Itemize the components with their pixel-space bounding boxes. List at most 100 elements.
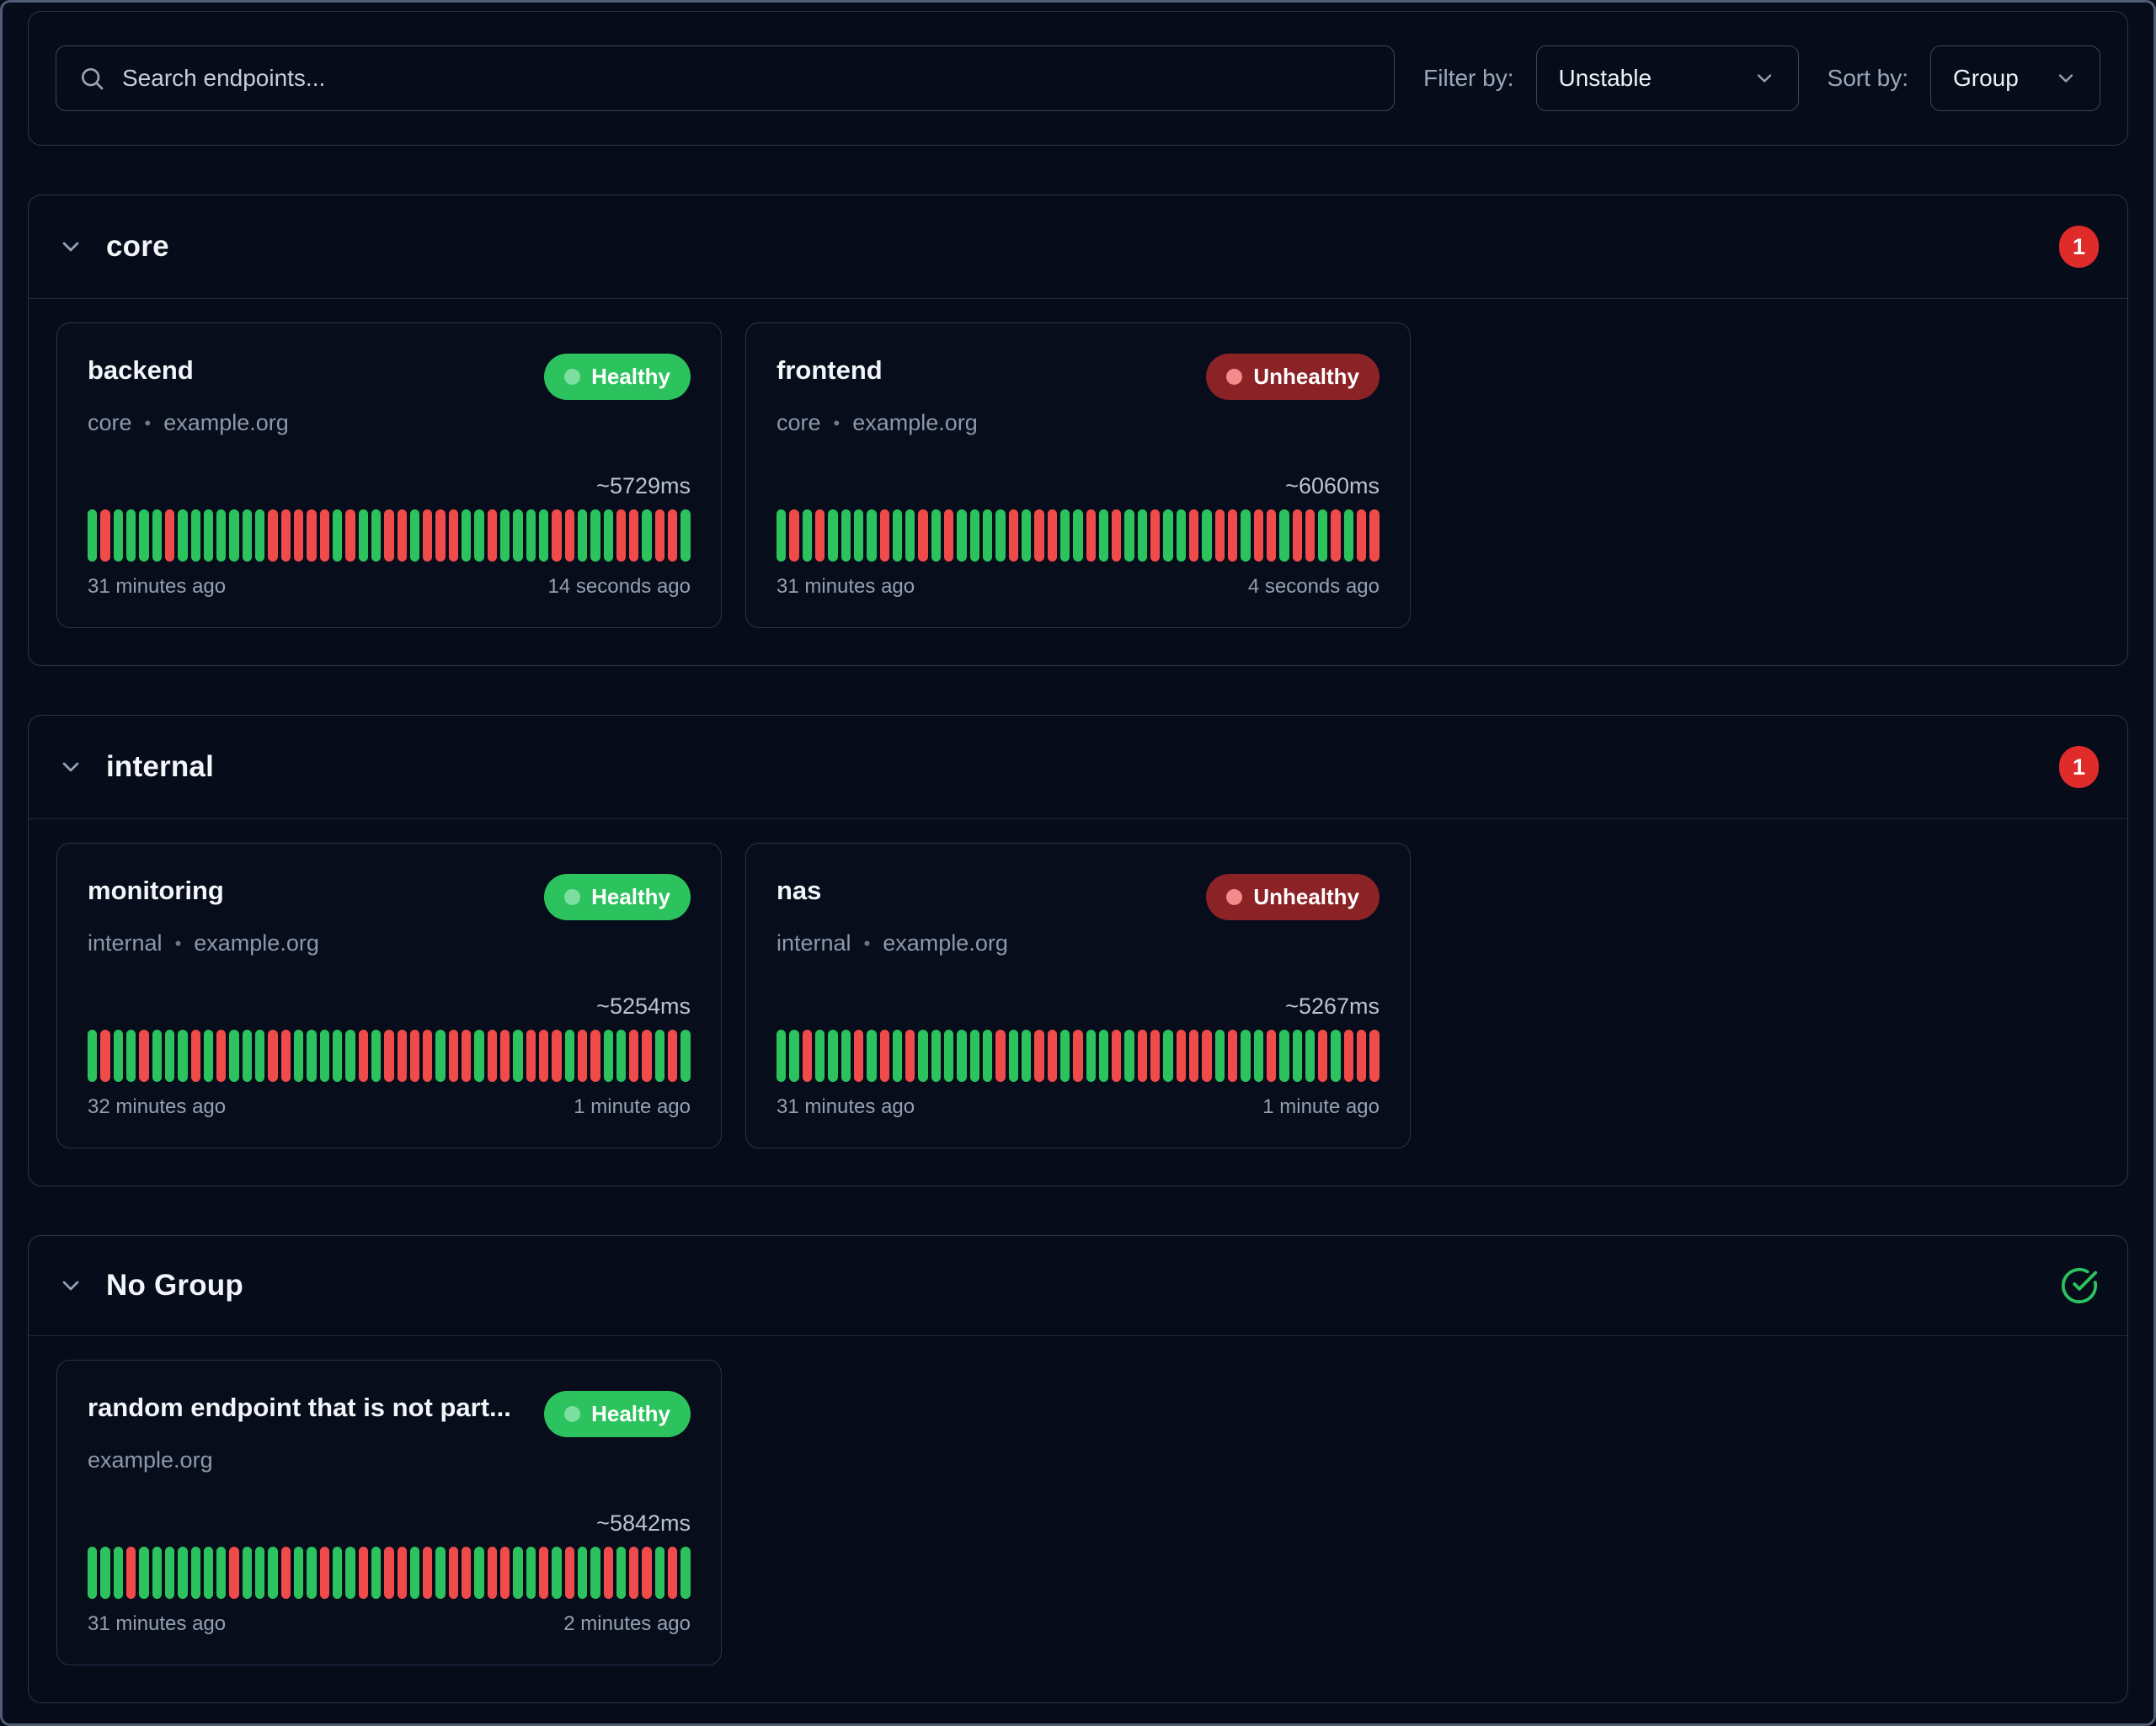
history-bar-up[interactable]	[152, 1030, 162, 1082]
history-bar-up[interactable]	[100, 1547, 109, 1599]
history-bar-down[interactable]	[1048, 1030, 1057, 1082]
history-bar-down[interactable]	[320, 1547, 329, 1599]
history-bar-down[interactable]	[668, 1547, 677, 1599]
history-bar-up[interactable]	[1318, 509, 1327, 562]
history-bar-up[interactable]	[371, 509, 381, 562]
history-bar-down[interactable]	[995, 1030, 1005, 1082]
history-bar-up[interactable]	[216, 509, 226, 562]
history-bar-up[interactable]	[1177, 509, 1186, 562]
history-bar-up[interactable]	[957, 509, 966, 562]
history-bar-up[interactable]	[642, 509, 651, 562]
history-bar-down[interactable]	[1357, 509, 1366, 562]
history-bar-down[interactable]	[1228, 509, 1237, 562]
history-bar-up[interactable]	[139, 1547, 148, 1599]
history-bar-down[interactable]	[918, 509, 927, 562]
history-bar-up[interactable]	[178, 1030, 187, 1082]
history-bar-down[interactable]	[384, 1547, 393, 1599]
history-bar-down[interactable]	[1293, 509, 1302, 562]
history-bar-up[interactable]	[513, 1030, 522, 1082]
history-bar-up[interactable]	[604, 509, 613, 562]
history-bar-up[interactable]	[1124, 509, 1134, 562]
history-bar-up[interactable]	[655, 1547, 664, 1599]
history-bar-up[interactable]	[526, 509, 536, 562]
history-bar-up[interactable]	[410, 509, 419, 562]
history-bar-down[interactable]	[1318, 1030, 1327, 1082]
history-bar-down[interactable]	[539, 1030, 548, 1082]
history-bar-up[interactable]	[88, 1030, 97, 1082]
history-bar-up[interactable]	[565, 1030, 574, 1082]
history-bar-up[interactable]	[1022, 509, 1031, 562]
history-bar-down[interactable]	[642, 1030, 651, 1082]
history-bar-down[interactable]	[1369, 509, 1379, 562]
history-bar-down[interactable]	[488, 1030, 497, 1082]
history-bar-down[interactable]	[307, 509, 316, 562]
history-bar-up[interactable]	[680, 1547, 690, 1599]
history-bar-down[interactable]	[449, 509, 458, 562]
history-bar-down[interactable]	[423, 1547, 432, 1599]
history-bar-up[interactable]	[307, 1030, 316, 1082]
history-bar-up[interactable]	[931, 509, 941, 562]
history-bar-down[interactable]	[100, 509, 109, 562]
history-bar-up[interactable]	[789, 1030, 798, 1082]
history-bar-down[interactable]	[488, 1547, 497, 1599]
history-bar-up[interactable]	[114, 1547, 123, 1599]
history-bar-down[interactable]	[139, 1030, 148, 1082]
history-bar-up[interactable]	[970, 1030, 979, 1082]
history-bar-up[interactable]	[371, 1030, 381, 1082]
history-bar-up[interactable]	[1241, 509, 1250, 562]
history-bar-up[interactable]	[307, 1547, 316, 1599]
history-bar-down[interactable]	[423, 1030, 432, 1082]
history-bar-down[interactable]	[629, 1547, 638, 1599]
history-bar-down[interactable]	[944, 509, 953, 562]
history-bar-up[interactable]	[905, 509, 915, 562]
history-bar-up[interactable]	[867, 509, 876, 562]
history-bar-up[interactable]	[229, 1030, 238, 1082]
history-bar-up[interactable]	[776, 1030, 786, 1082]
history-bar-down[interactable]	[488, 509, 497, 562]
history-bar-down[interactable]	[462, 1030, 471, 1082]
history-bar-up[interactable]	[578, 509, 587, 562]
history-bar-up[interactable]	[333, 1547, 342, 1599]
history-bar-up[interactable]	[435, 1030, 445, 1082]
history-bar-down[interactable]	[216, 1030, 226, 1082]
history-bar-down[interactable]	[880, 509, 889, 562]
history-bar-up[interactable]	[255, 509, 264, 562]
history-bar-up[interactable]	[359, 509, 368, 562]
history-bar-up[interactable]	[803, 509, 812, 562]
history-bar-down[interactable]	[1202, 1030, 1211, 1082]
history-bar-down[interactable]	[191, 1030, 200, 1082]
history-bar-up[interactable]	[970, 509, 979, 562]
history-bar-up[interactable]	[165, 1030, 174, 1082]
history-bar-down[interactable]	[565, 1547, 574, 1599]
history-bar-down[interactable]	[500, 1030, 510, 1082]
history-bar-up[interactable]	[216, 1547, 226, 1599]
history-bar-down[interactable]	[1215, 509, 1225, 562]
history-bar-up[interactable]	[191, 1547, 200, 1599]
history-bar-up[interactable]	[841, 1030, 851, 1082]
history-bar-up[interactable]	[1138, 509, 1147, 562]
history-bar-up[interactable]	[1163, 1030, 1172, 1082]
history-bar-up[interactable]	[345, 1030, 355, 1082]
history-bar-down[interactable]	[565, 509, 574, 562]
history-bar-up[interactable]	[680, 1030, 690, 1082]
history-bar-up[interactable]	[995, 509, 1005, 562]
history-bar-down[interactable]	[604, 1547, 613, 1599]
history-bar-up[interactable]	[1060, 509, 1070, 562]
history-bar-up[interactable]	[88, 1547, 97, 1599]
history-bar-up[interactable]	[320, 1030, 329, 1082]
history-bar-down[interactable]	[880, 1030, 889, 1082]
history-bar-down[interactable]	[1073, 1030, 1082, 1082]
history-bar-up[interactable]	[854, 509, 863, 562]
history-bar-up[interactable]	[474, 1030, 483, 1082]
history-bar-down[interactable]	[1112, 509, 1121, 562]
history-bar-down[interactable]	[655, 509, 664, 562]
history-bar-up[interactable]	[178, 1547, 187, 1599]
history-bar-up[interactable]	[944, 1030, 953, 1082]
endpoint-card[interactable]: nas Unhealthy internal • example.org ~52…	[745, 843, 1411, 1148]
history-bar-up[interactable]	[655, 1030, 664, 1082]
history-bar-up[interactable]	[435, 1547, 445, 1599]
history-bar-up[interactable]	[410, 1547, 419, 1599]
history-bar-down[interactable]	[854, 1030, 863, 1082]
group-header[interactable]: core 1	[29, 195, 2127, 298]
history-bar-up[interactable]	[152, 1547, 162, 1599]
